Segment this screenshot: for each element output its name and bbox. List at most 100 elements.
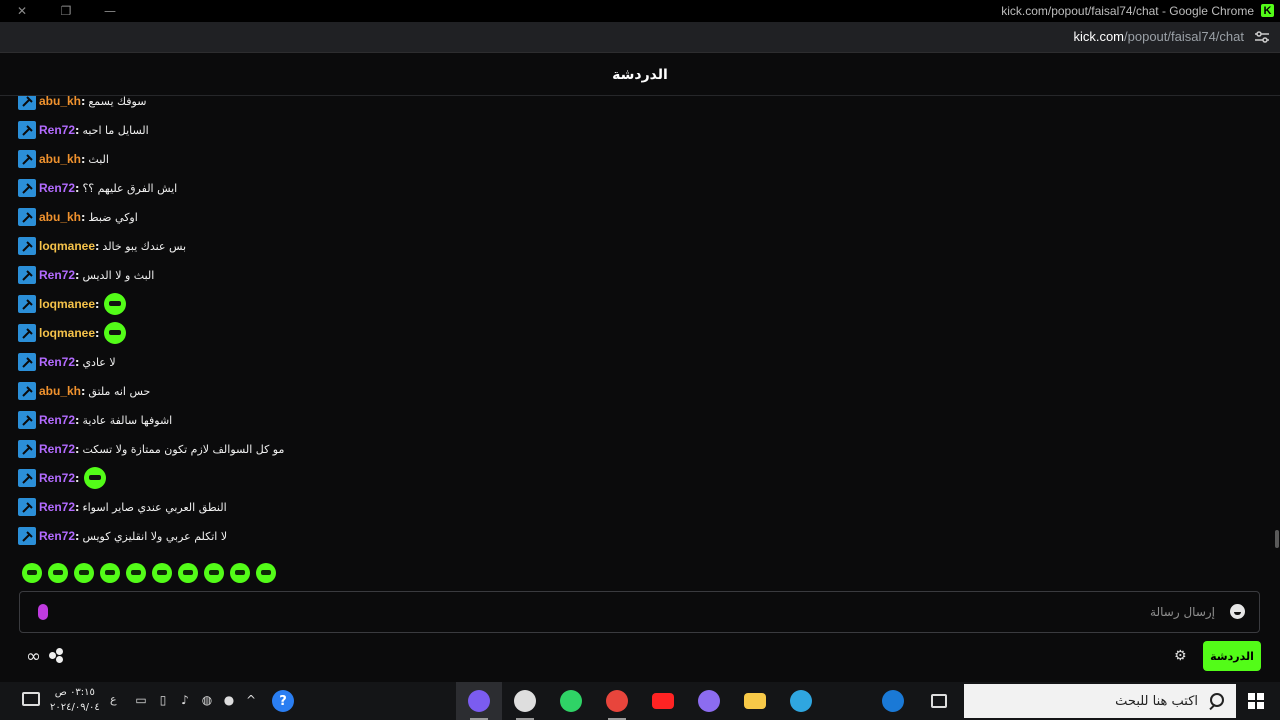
taskbar-clock[interactable]: ٠٣:١٥ ص ٢٠٢٤/٠٩/٠٤ — [50, 685, 100, 715]
quick-emote-icon[interactable] — [178, 563, 198, 583]
quick-emote-icon[interactable] — [48, 563, 68, 583]
url-text[interactable]: kick.com/popout/faisal74/chat — [1073, 29, 1244, 44]
windows-start-icon[interactable] — [1248, 693, 1264, 709]
emote-menu-icon[interactable] — [49, 648, 65, 664]
volume-icon[interactable]: ♪ — [178, 693, 192, 707]
chat-username[interactable]: Ren72 — [39, 471, 75, 485]
chat-message-text: ايش الفرق عليهم ؟؟ — [82, 181, 178, 195]
battery-icon[interactable]: ▯ — [156, 693, 170, 707]
quick-emote-icon[interactable] — [74, 563, 94, 583]
chat-message-text: البث — [88, 152, 109, 166]
chat-message: Ren72: — [18, 467, 107, 489]
moderator-badge-icon — [18, 208, 36, 226]
chat-username[interactable]: Ren72 — [39, 181, 75, 195]
chat-username[interactable]: Ren72 — [39, 123, 75, 137]
taskbar-app-edge[interactable] — [778, 682, 824, 720]
chat-username[interactable]: Ren72 — [39, 442, 75, 456]
quick-emote-icon[interactable] — [204, 563, 224, 583]
url-path: /popout/faisal74/chat — [1124, 29, 1244, 44]
taskbar-app-outlook[interactable] — [870, 682, 916, 720]
taskbar-app-obs[interactable] — [502, 682, 548, 720]
chat-username[interactable]: abu_kh — [39, 384, 81, 398]
network-icon[interactable]: ▭ — [134, 693, 148, 707]
gear-icon[interactable]: ⚙ — [1174, 648, 1187, 664]
chat-message-text: لا عادي — [82, 355, 116, 369]
taskbar-app-chrome[interactable] — [594, 682, 640, 720]
scrollbar-thumb[interactable] — [1275, 530, 1279, 548]
taskbar-search-box[interactable]: اكتب هنا للبحث — [964, 684, 1236, 718]
username-separator: : — [75, 268, 80, 282]
moderator-badge-icon — [18, 527, 36, 545]
chat-username[interactable]: loqmanee — [39, 326, 95, 340]
task-view-icon — [931, 694, 947, 708]
chat-message: loqmanee: — [18, 322, 127, 344]
username-separator: : — [95, 297, 100, 311]
clock-time: ٠٣:١٥ ص — [54, 687, 95, 698]
send-chat-button[interactable]: الدردشة — [1203, 641, 1261, 671]
chat-username[interactable]: loqmanee — [39, 297, 95, 311]
chat-message-text: حس انه ملتق — [88, 384, 151, 398]
chat-username[interactable]: loqmanee — [39, 239, 95, 253]
username-separator: : — [95, 239, 100, 253]
chat-username[interactable]: abu_kh — [39, 96, 81, 108]
chat-username[interactable]: Ren72 — [39, 355, 75, 369]
taskbar-app-youtube[interactable] — [640, 682, 686, 720]
chat-username[interactable]: Ren72 — [39, 268, 75, 282]
chevron-up-icon[interactable]: ^ — [244, 693, 258, 707]
address-bar[interactable]: kick.com/popout/faisal74/chat — [0, 22, 1280, 53]
close-icon[interactable]: ✕ — [0, 0, 44, 22]
chat-username[interactable]: Ren72 — [39, 500, 75, 514]
restore-icon[interactable]: ❐ — [44, 0, 88, 22]
taskbar-app-whatsapp[interactable] — [548, 682, 594, 720]
whatsapp-icon — [560, 690, 582, 712]
chat-message: Ren72: النطق العربي عندي صاير اسواء — [18, 496, 227, 518]
message-input[interactable] — [115, 600, 1215, 624]
username-separator: : — [95, 326, 100, 340]
quick-emote-icon[interactable] — [22, 563, 42, 583]
moderator-badge-icon — [18, 121, 36, 139]
chat-username[interactable]: Ren72 — [39, 413, 75, 427]
chat-message-text: لا اتكلم عربي ولا انقليزي كويس — [82, 529, 228, 543]
quick-emote-icon[interactable] — [100, 563, 120, 583]
chat-username[interactable]: Ren72 — [39, 529, 75, 543]
chat-username[interactable]: abu_kh — [39, 210, 81, 224]
quick-emote-icon[interactable] — [152, 563, 172, 583]
taskbar-app-microsoft-365[interactable] — [686, 682, 732, 720]
vpn-icon[interactable]: ◍ — [200, 693, 214, 707]
moderator-badge-icon — [18, 96, 36, 110]
username-separator: : — [75, 442, 80, 456]
username-separator: : — [81, 384, 86, 398]
url-domain: kick.com — [1073, 29, 1125, 44]
taskbar-app-messenger[interactable] — [456, 682, 502, 720]
username-separator: : — [75, 500, 80, 514]
moderator-badge-icon — [18, 498, 36, 516]
moderator-badge-icon — [18, 469, 36, 487]
chat-header: الدردشة — [0, 54, 1280, 96]
message-input-box[interactable] — [19, 591, 1260, 633]
input-language-indicator[interactable]: ع — [110, 693, 117, 706]
infinity-icon[interactable]: ∞ — [26, 646, 41, 667]
minimize-icon[interactable]: — — [88, 0, 132, 22]
chat-message: abu_kh: البث — [18, 148, 109, 170]
chat-username[interactable]: abu_kh — [39, 152, 81, 166]
quick-emote-icon[interactable] — [256, 563, 276, 583]
taskbar-app-file-explorer[interactable] — [732, 682, 778, 720]
site-settings-icon[interactable] — [1254, 30, 1270, 44]
browser-title-bar: ✕ ❐ — kick.com/popout/faisal74/chat - Go… — [0, 0, 1280, 22]
help-icon[interactable]: ? — [272, 690, 294, 712]
microphone-icon[interactable] — [38, 604, 48, 620]
emoji-picker-icon[interactable] — [1230, 604, 1245, 619]
taskbar-app-task-view[interactable] — [916, 682, 962, 720]
chat-message: abu_kh: اوكي ضبط — [18, 206, 138, 228]
obs-icon — [514, 690, 536, 712]
quick-emote-icon[interactable] — [126, 563, 146, 583]
quick-emote-icon[interactable] — [230, 563, 250, 583]
chat-message-text: سوفك يسمع — [88, 96, 147, 108]
moderator-badge-icon — [18, 382, 36, 400]
microsoft-365-icon — [698, 690, 720, 712]
mic-tray-icon[interactable]: ● — [222, 693, 236, 707]
window-controls: ✕ ❐ — — [0, 0, 132, 22]
chat-message-text: بس عندك يبو خالد — [102, 239, 187, 253]
username-separator: : — [75, 413, 80, 427]
notification-center-icon[interactable] — [22, 692, 40, 706]
